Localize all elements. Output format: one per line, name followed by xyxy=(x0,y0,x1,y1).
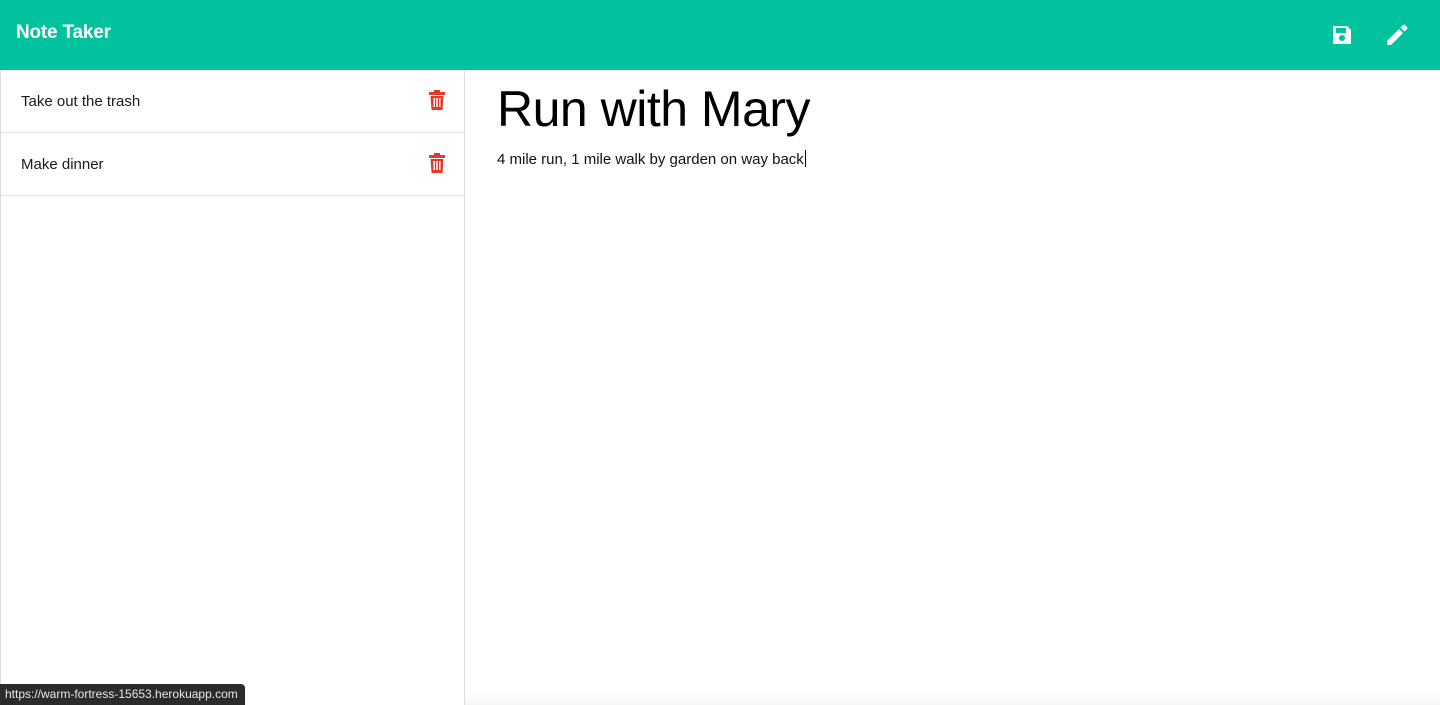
list-item[interactable]: Make dinner xyxy=(1,133,464,196)
bottom-shade xyxy=(465,690,1440,705)
save-note-button[interactable] xyxy=(1328,21,1356,49)
status-bar-url: https://warm-fortress-15653.herokuapp.co… xyxy=(0,684,245,705)
delete-note-button[interactable] xyxy=(429,90,445,110)
delete-note-button[interactable] xyxy=(429,153,445,173)
note-body-textarea[interactable]: 4 mile run, 1 mile walk by garden on way… xyxy=(497,150,806,168)
note-body-text: 4 mile run, 1 mile walk by garden on way… xyxy=(497,151,804,168)
navbar: Note Taker xyxy=(0,0,1440,70)
trash-icon xyxy=(429,153,445,173)
trash-icon xyxy=(429,90,445,110)
pencil-icon xyxy=(1387,24,1408,45)
notes-sidebar: Take out the trash Make dinner xyxy=(0,70,465,705)
note-title[interactable]: Take out the trash xyxy=(21,93,140,110)
note-editor: Run with Mary 4 mile run, 1 mile walk by… xyxy=(465,70,1440,705)
note-title-input[interactable]: Run with Mary xyxy=(497,80,811,138)
note-title[interactable]: Make dinner xyxy=(21,156,104,173)
save-icon xyxy=(1333,26,1351,44)
text-caret xyxy=(804,150,806,167)
app-title[interactable]: Note Taker xyxy=(16,22,111,44)
list-item[interactable]: Take out the trash xyxy=(1,70,464,133)
note-list: Take out the trash Make dinner xyxy=(1,70,464,196)
new-note-button[interactable] xyxy=(1383,21,1411,49)
